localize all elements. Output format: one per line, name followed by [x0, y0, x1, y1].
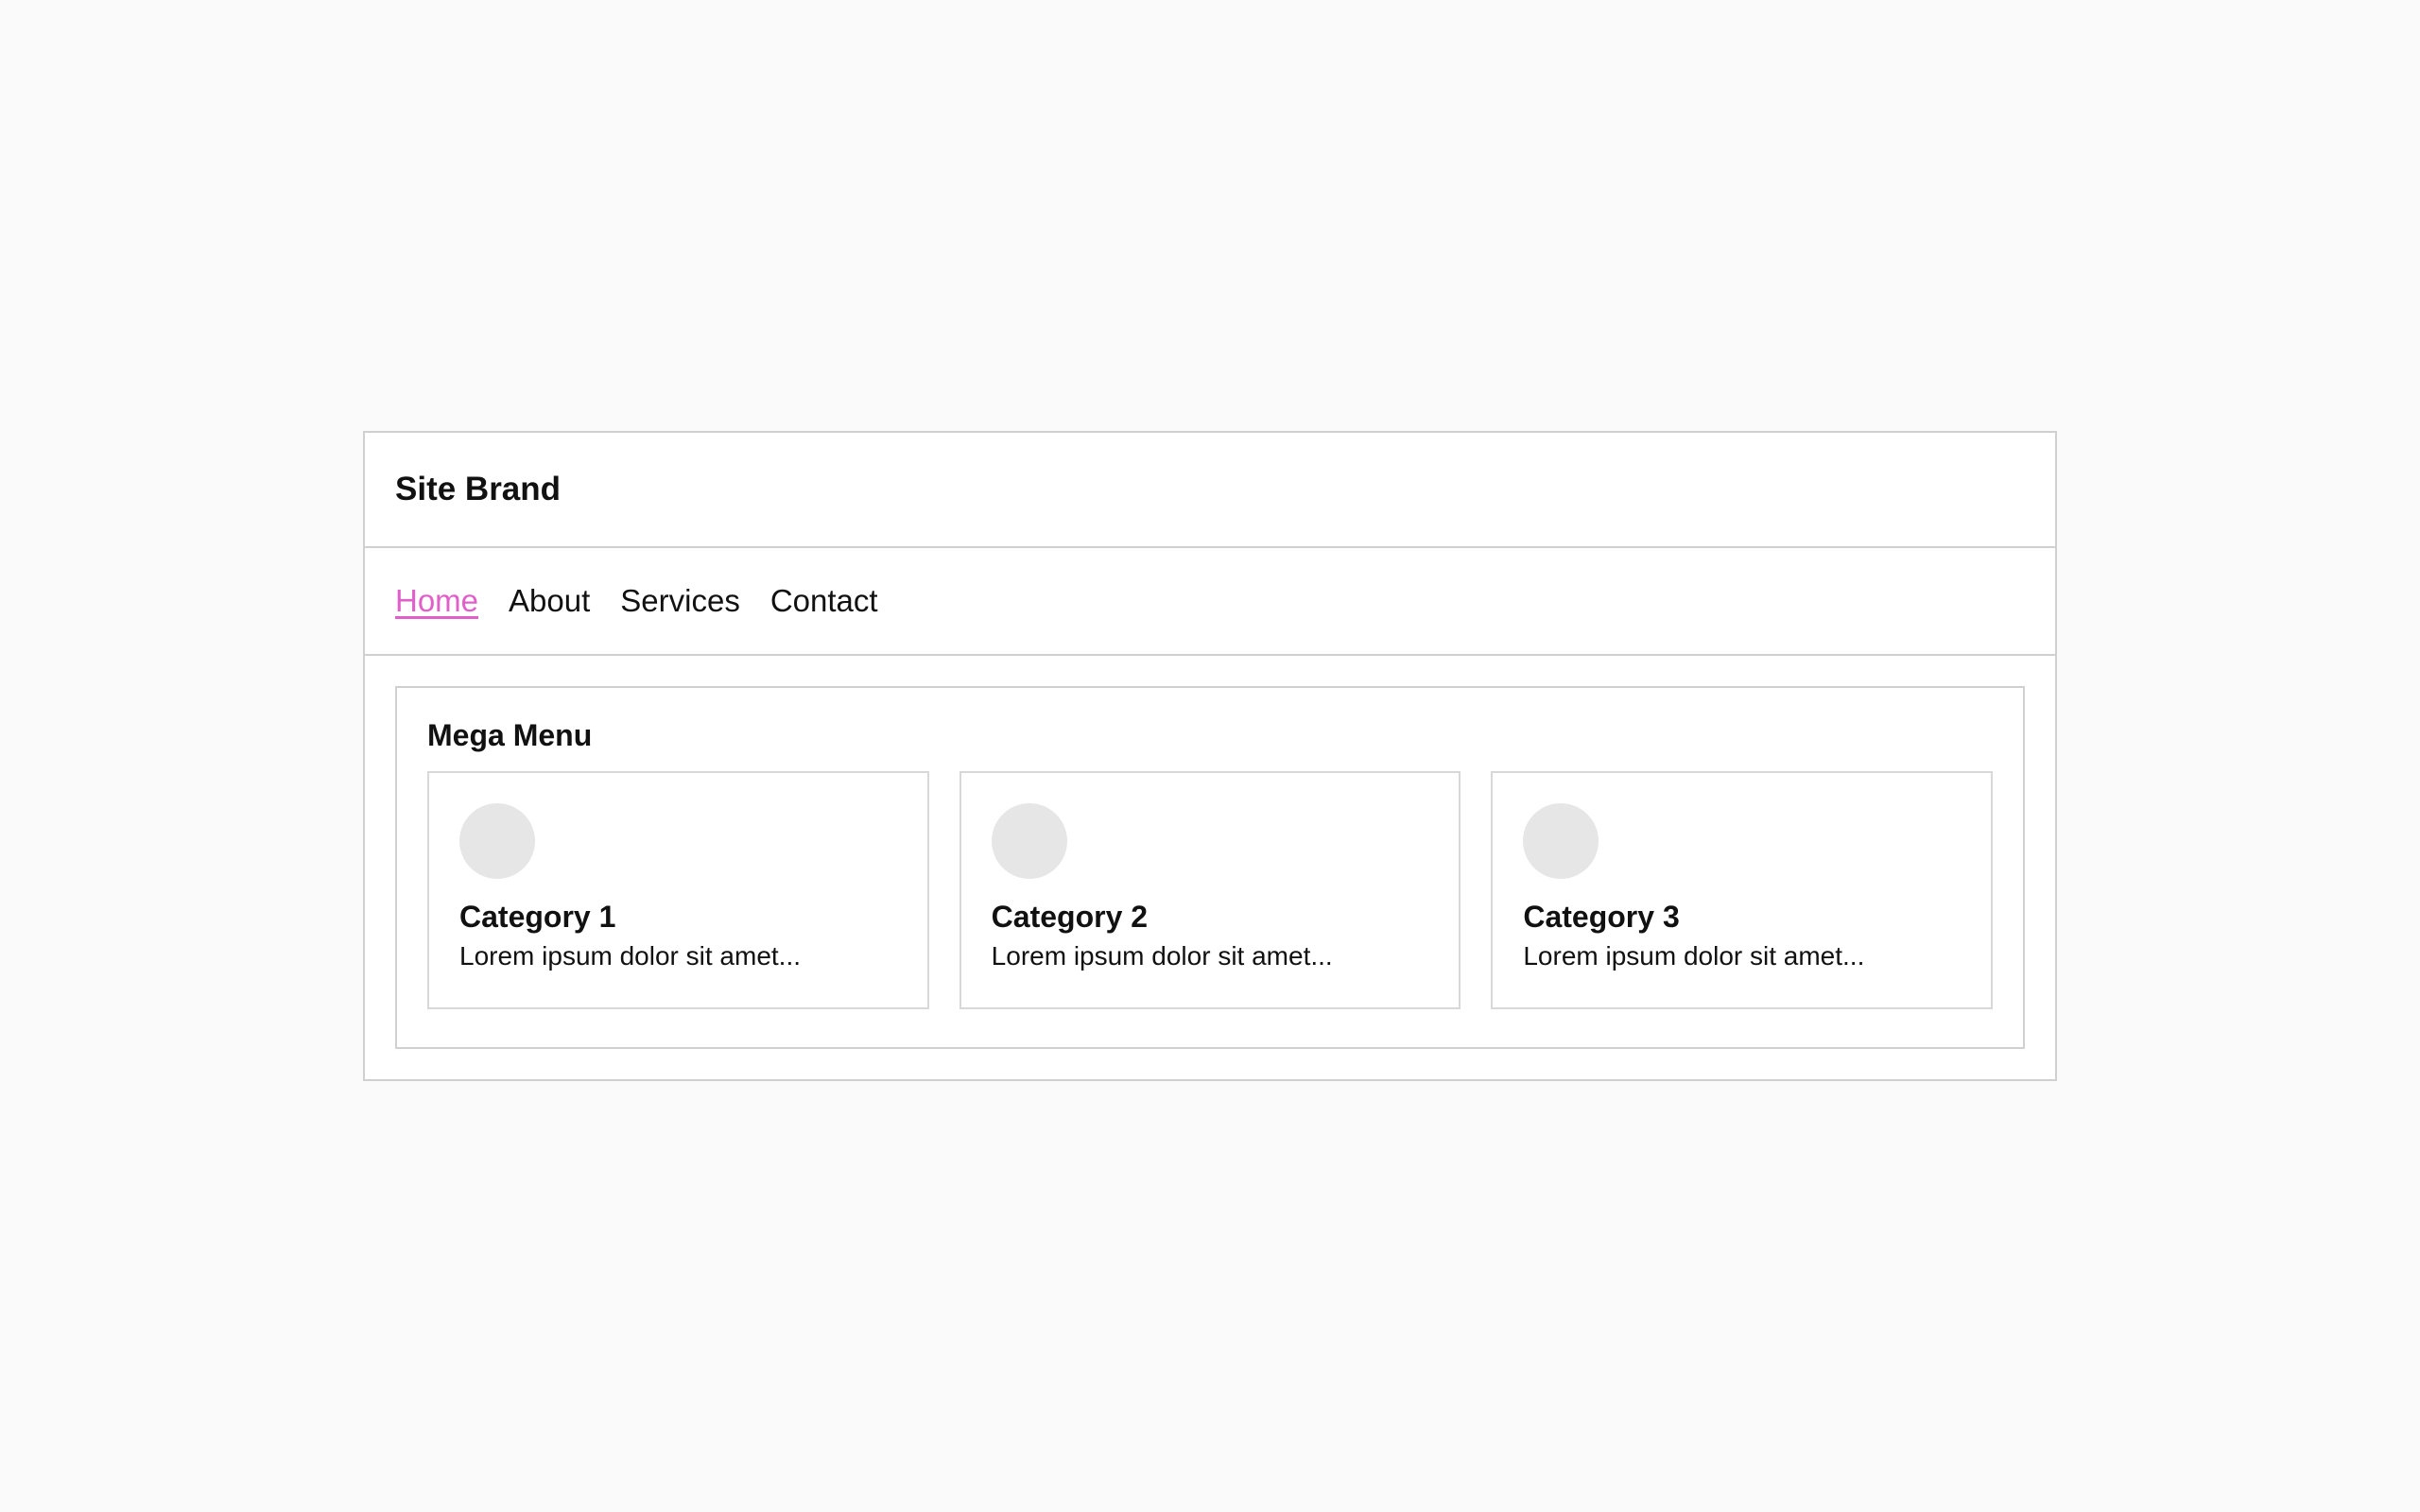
circle-placeholder-icon	[1523, 803, 1599, 879]
circle-placeholder-icon	[991, 803, 1067, 879]
site-frame: Site Brand Home About Services Contact M…	[363, 431, 2057, 1081]
category-card-title: Category 2	[991, 900, 1149, 934]
category-card-title: Category 3	[1523, 900, 1680, 934]
mega-menu-panel: Mega Menu Category 1 Lorem ipsum dolor s…	[395, 686, 2025, 1049]
category-card-title: Category 1	[459, 900, 616, 934]
mega-menu-title: Mega Menu	[427, 718, 593, 752]
site-brand[interactable]: Site Brand	[395, 471, 561, 508]
circle-placeholder-icon	[459, 803, 535, 879]
nav-link-contact[interactable]: Contact	[770, 583, 878, 619]
nav-link-home[interactable]: Home	[395, 583, 478, 619]
category-card-2[interactable]: Category 2 Lorem ipsum dolor sit amet...	[959, 771, 1461, 1009]
category-card-description: Lorem ipsum dolor sit amet...	[991, 941, 1333, 971]
category-card-description: Lorem ipsum dolor sit amet...	[459, 941, 802, 971]
category-card-description: Lorem ipsum dolor sit amet...	[1523, 941, 1865, 971]
brand-bar: Site Brand	[365, 433, 2055, 548]
main-nav: Home About Services Contact	[365, 548, 2055, 656]
nav-link-about[interactable]: About	[509, 583, 590, 619]
category-card-3[interactable]: Category 3 Lorem ipsum dolor sit amet...	[1491, 771, 1994, 1009]
nav-link-services[interactable]: Services	[620, 583, 740, 619]
category-card-1[interactable]: Category 1 Lorem ipsum dolor sit amet...	[427, 771, 929, 1009]
mega-menu-cards: Category 1 Lorem ipsum dolor sit amet...…	[427, 771, 1994, 1009]
